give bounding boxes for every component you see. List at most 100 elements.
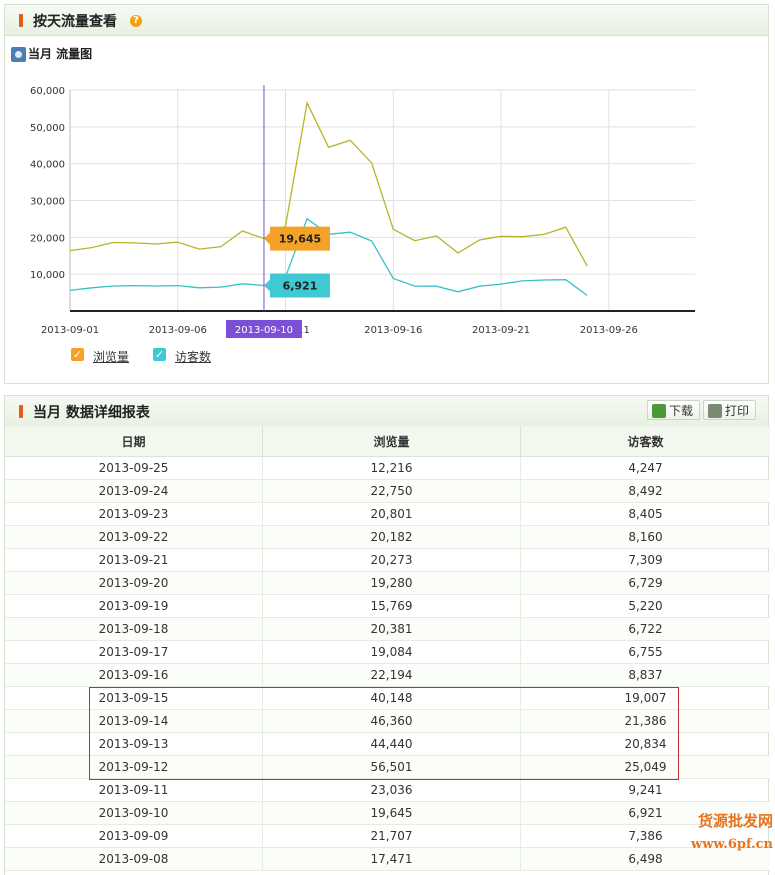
cell-date: 2013-09-12 (5, 755, 263, 779)
table-row: 2013-09-17 19,084 6,755 (5, 640, 770, 664)
watermark-line2: www.6pf.cn (691, 837, 773, 852)
report-table: 日期 浏览量 访客数 2013-09-25 12,216 4,247 2013-09-… (5, 426, 770, 871)
chart-series (69, 100, 588, 296)
header-accent-bar (19, 14, 23, 27)
table-row: 2013-09-20 19,280 6,729 (5, 571, 770, 595)
column-header-date[interactable]: 日期 (5, 426, 263, 457)
cell-date: 2013-09-14 (5, 709, 263, 733)
cell-views: 56,501 (262, 755, 521, 779)
table-row: 2013-09-14 46,360 21,386 (5, 709, 770, 733)
cell-visitors: 8,837 (520, 663, 770, 687)
table-row: 2013-09-22 20,182 8,160 (5, 525, 770, 549)
cell-date: 2013-09-16 (5, 663, 263, 687)
header-accent-bar (19, 405, 23, 418)
x-axis-ticks: 2013-09-01 2013-09-06 11 2013-09-16 2013-09-… (41, 325, 638, 336)
cell-visitors: 6,755 (520, 640, 770, 664)
report-panel: 当月 数据详细报表 下载 打印 日期 浏览量 访客数 2013-09-25 12,… (4, 395, 770, 875)
watermark: 货源批发网 www.6pf.cn (658, 810, 773, 856)
table-row: 2013-09-09 21,707 7,386 (5, 824, 770, 848)
cell-views: 44,440 (262, 732, 521, 756)
cell-date: 2013-09-17 (5, 640, 263, 664)
traffic-panel-header: 按天流量查看 ? (5, 5, 768, 36)
table-row: 2013-09-16 22,194 8,837 (5, 663, 770, 687)
question-icon[interactable]: ? (130, 15, 142, 27)
cell-views: 22,750 (262, 479, 521, 503)
x-tick-label: 2013-09-16 (364, 325, 422, 336)
chart-grid (69, 89, 695, 312)
cell-views: 46,360 (262, 709, 521, 733)
table-row: 2013-09-12 56,501 25,049 (5, 755, 770, 779)
cell-visitors: 8,492 (520, 479, 770, 503)
column-header-views[interactable]: 浏览量 (262, 426, 521, 457)
cell-date: 2013-09-22 (5, 525, 263, 549)
cell-views: 19,645 (262, 801, 521, 825)
save-icon (652, 404, 666, 418)
crosshair-label: 2013-09-10 (235, 325, 293, 336)
legend-label-visitors[interactable]: 访客数 (175, 348, 211, 365)
table-row: 2013-09-15 40,148 19,007 (5, 686, 770, 710)
cell-views: 17,471 (262, 847, 521, 871)
tooltip-pointer (263, 232, 270, 245)
legend-checkbox-visitors[interactable]: ✓ (153, 348, 166, 361)
cell-visitors: 19,007 (520, 686, 770, 710)
cell-visitors: 25,049 (520, 755, 770, 779)
table-row: 2013-09-23 20,801 8,405 (5, 502, 770, 526)
cell-date: 2013-09-10 (5, 801, 263, 825)
x-tick-label: 2013-09-06 (149, 325, 207, 336)
legend-checkbox-views[interactable]: ✓ (71, 348, 84, 361)
cell-views: 40,148 (262, 686, 521, 710)
panel-title: 按天流量查看 (33, 14, 117, 30)
printer-icon (708, 404, 722, 418)
cell-views: 20,381 (262, 617, 521, 641)
cell-views: 23,036 (262, 778, 521, 802)
cell-views: 19,280 (262, 571, 521, 595)
table-header-row: 日期 浏览量 访客数 (5, 426, 770, 457)
cell-visitors: 6,722 (520, 617, 770, 641)
tooltip-value: 6,921 (283, 280, 318, 293)
cell-date: 2013-09-13 (5, 732, 263, 756)
cell-date: 2013-09-15 (5, 686, 263, 710)
cell-views: 20,273 (262, 548, 521, 572)
cell-date: 2013-09-18 (5, 617, 263, 641)
traffic-line-chart: 60,000 50,000 40,000 30,000 20,000 10,000 201… (30, 85, 695, 338)
y-tick-label: 40,000 (30, 160, 65, 171)
table-body: 2013-09-25 12,216 4,247 2013-09-24 22,750 8,4… (5, 456, 770, 871)
table-row: 2013-09-08 17,471 6,498 (5, 847, 770, 871)
watermark-line1: 货源批发网 (697, 812, 773, 830)
cell-date: 2013-09-08 (5, 847, 263, 871)
cell-views: 20,801 (262, 502, 521, 526)
print-label: 打印 (725, 404, 750, 418)
column-header-visitors[interactable]: 访客数 (520, 426, 770, 457)
cell-views: 15,769 (262, 594, 521, 618)
cell-date: 2013-09-09 (5, 824, 263, 848)
y-tick-label: 20,000 (30, 233, 65, 244)
cell-visitors: 21,386 (520, 709, 770, 733)
print-button[interactable]: 打印 (703, 400, 757, 420)
x-tick-label: 2013-09-21 (472, 325, 530, 336)
table-row: 2013-09-18 20,381 6,722 (5, 617, 770, 641)
panel-title: 当月 数据详细报表 (33, 405, 150, 421)
cell-views: 19,084 (262, 640, 521, 664)
download-button[interactable]: 下载 (647, 400, 701, 420)
cell-date: 2013-09-21 (5, 548, 263, 572)
x-tick-label: 2013-09-01 (41, 325, 99, 336)
legend-label-views[interactable]: 浏览量 (93, 348, 129, 365)
cell-date: 2013-09-25 (5, 456, 263, 480)
y-axis-ticks: 60,000 50,000 40,000 30,000 20,000 10,000 (30, 86, 65, 281)
cell-date: 2013-09-19 (5, 594, 263, 618)
chart-overlay: 2013-09-10 19,645 6,921 (225, 85, 330, 338)
report-panel-header: 当月 数据详细报表 下载 打印 (5, 396, 768, 427)
table-row: 2013-09-10 19,645 6,921 (5, 801, 770, 825)
cell-visitors: 6,729 (520, 571, 770, 595)
table-row: 2013-09-21 20,273 7,309 (5, 548, 770, 572)
cell-date: 2013-09-20 (5, 571, 263, 595)
table-row: 2013-09-13 44,440 20,834 (5, 732, 770, 756)
cell-views: 20,182 (262, 525, 521, 549)
table-row: 2013-09-19 15,769 5,220 (5, 594, 770, 618)
cell-views: 22,194 (262, 663, 521, 687)
cell-visitors: 8,405 (520, 502, 770, 526)
table-row: 2013-09-24 22,750 8,492 (5, 479, 770, 503)
y-tick-label: 10,000 (30, 270, 65, 281)
tooltip-value: 19,645 (279, 233, 321, 246)
table-row: 2013-09-25 12,216 4,247 (5, 456, 770, 480)
